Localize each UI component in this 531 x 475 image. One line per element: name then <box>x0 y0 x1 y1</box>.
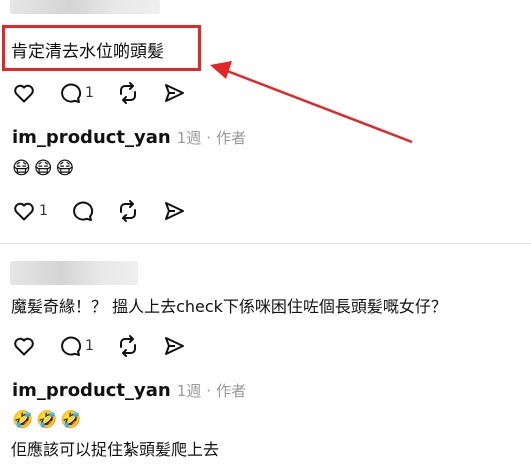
emoji: 🤣 <box>36 410 58 430</box>
post1-action-bar: 1 <box>12 80 208 106</box>
author-name[interactable]: im_product_yan <box>12 127 171 148</box>
separator: · <box>206 129 212 147</box>
reply2-emoji: 🤣 🤣 🤣 <box>12 410 82 430</box>
heart-icon <box>14 84 34 103</box>
timestamp: 1週 <box>176 382 202 400</box>
blurred-username <box>10 261 138 285</box>
emoji: 😷 <box>12 158 31 179</box>
like-button[interactable]: 1 <box>12 199 48 223</box>
separator: · <box>206 382 212 400</box>
timestamp: 1週 <box>176 129 202 147</box>
reply-button[interactable] <box>70 199 94 223</box>
post2-action-bar: 1 <box>12 333 208 359</box>
post-text: 魔髪奇緣！？ 搵人上去check下係咪困住咗個長頭髪嘅女仔？ <box>11 297 447 316</box>
emoji: 😷 <box>55 158 75 179</box>
heart-icon <box>14 337 34 356</box>
reply2-header: im_product_yan 1週 · 作者 <box>12 380 246 401</box>
repost-button[interactable] <box>116 334 140 358</box>
send-icon <box>164 202 184 220</box>
repost-icon <box>119 200 136 222</box>
reply-count: 1 <box>85 338 94 354</box>
heart-icon <box>14 202 34 221</box>
comment-icon <box>61 336 82 356</box>
send-icon <box>164 84 184 102</box>
share-button[interactable] <box>162 199 186 223</box>
repost-icon <box>119 82 136 104</box>
repost-icon <box>119 335 136 357</box>
author-badge: 作者 <box>216 382 247 400</box>
author-name[interactable]: im_product_yan <box>12 380 171 401</box>
repost-button[interactable] <box>116 81 140 105</box>
reply1-emoji: 😷 😷 😷 <box>12 158 74 179</box>
like-count: 1 <box>39 203 48 219</box>
like-button[interactable] <box>12 334 36 358</box>
reply-count: 1 <box>85 85 94 101</box>
highlight-box <box>2 25 201 71</box>
emoji: 🤣 <box>60 410 82 430</box>
reply1-header: im_product_yan 1週 · 作者 <box>12 127 246 148</box>
like-button[interactable] <box>12 81 36 105</box>
send-icon <box>164 337 184 355</box>
share-button[interactable] <box>162 334 186 358</box>
author-badge: 作者 <box>216 129 247 147</box>
reply-button[interactable]: 1 <box>58 81 94 105</box>
repost-button[interactable] <box>116 199 140 223</box>
blurred-username <box>10 0 160 14</box>
reply-button[interactable]: 1 <box>58 334 94 358</box>
thread-divider <box>0 243 531 244</box>
comment-icon <box>61 83 82 103</box>
reply-text: 佢應該可以捉住紮頭髪爬上去 <box>11 440 220 459</box>
comment-icon <box>73 201 93 221</box>
emoji: 🤣 <box>12 410 34 430</box>
emoji: 😷 <box>33 158 53 179</box>
reply1-action-bar: 1 <box>12 198 208 224</box>
share-button[interactable] <box>162 81 186 105</box>
